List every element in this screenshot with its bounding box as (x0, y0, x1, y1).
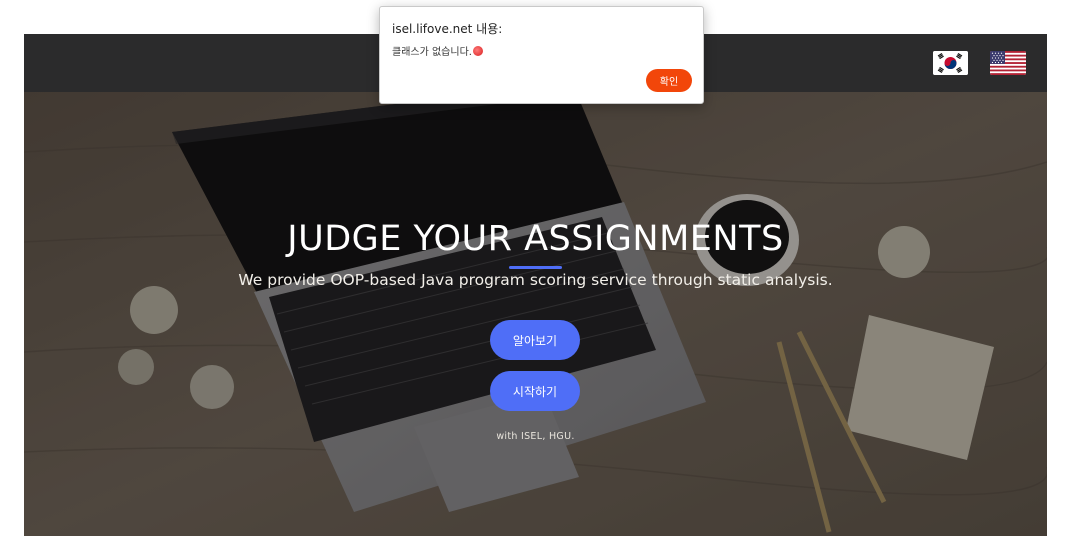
hero-credit: with ISEL, HGU. (496, 431, 575, 442)
pouting-face-icon (472, 46, 483, 56)
alert-message: 클래스가 없습니다. (392, 47, 472, 58)
start-button[interactable]: 시작하기 (490, 371, 580, 411)
hero-headline: JUDGE YOUR ASSIGNMENTS (287, 219, 784, 259)
headline-underline (509, 266, 562, 269)
learn-more-button[interactable]: 알아보기 (490, 320, 580, 360)
korean-flag-icon[interactable] (933, 51, 968, 75)
hero-subhead: We provide OOP-based Java program scorin… (238, 271, 833, 289)
alert-dialog: isel.lifove.net 내용: 클래스가 없습니다. 확인 (379, 6, 704, 104)
alert-message-row: 클래스가 없습니다. (392, 43, 483, 58)
alert-title: isel.lifove.net 내용: (392, 22, 503, 36)
hero-overlay (24, 92, 1047, 536)
page-frame: JUDGE YOUR ASSIGNMENTS We provide OOP-ba… (24, 34, 1047, 536)
us-flag-icon[interactable] (990, 51, 1026, 75)
alert-ok-button[interactable]: 확인 (646, 69, 692, 92)
hero-section: JUDGE YOUR ASSIGNMENTS We provide OOP-ba… (24, 92, 1047, 536)
